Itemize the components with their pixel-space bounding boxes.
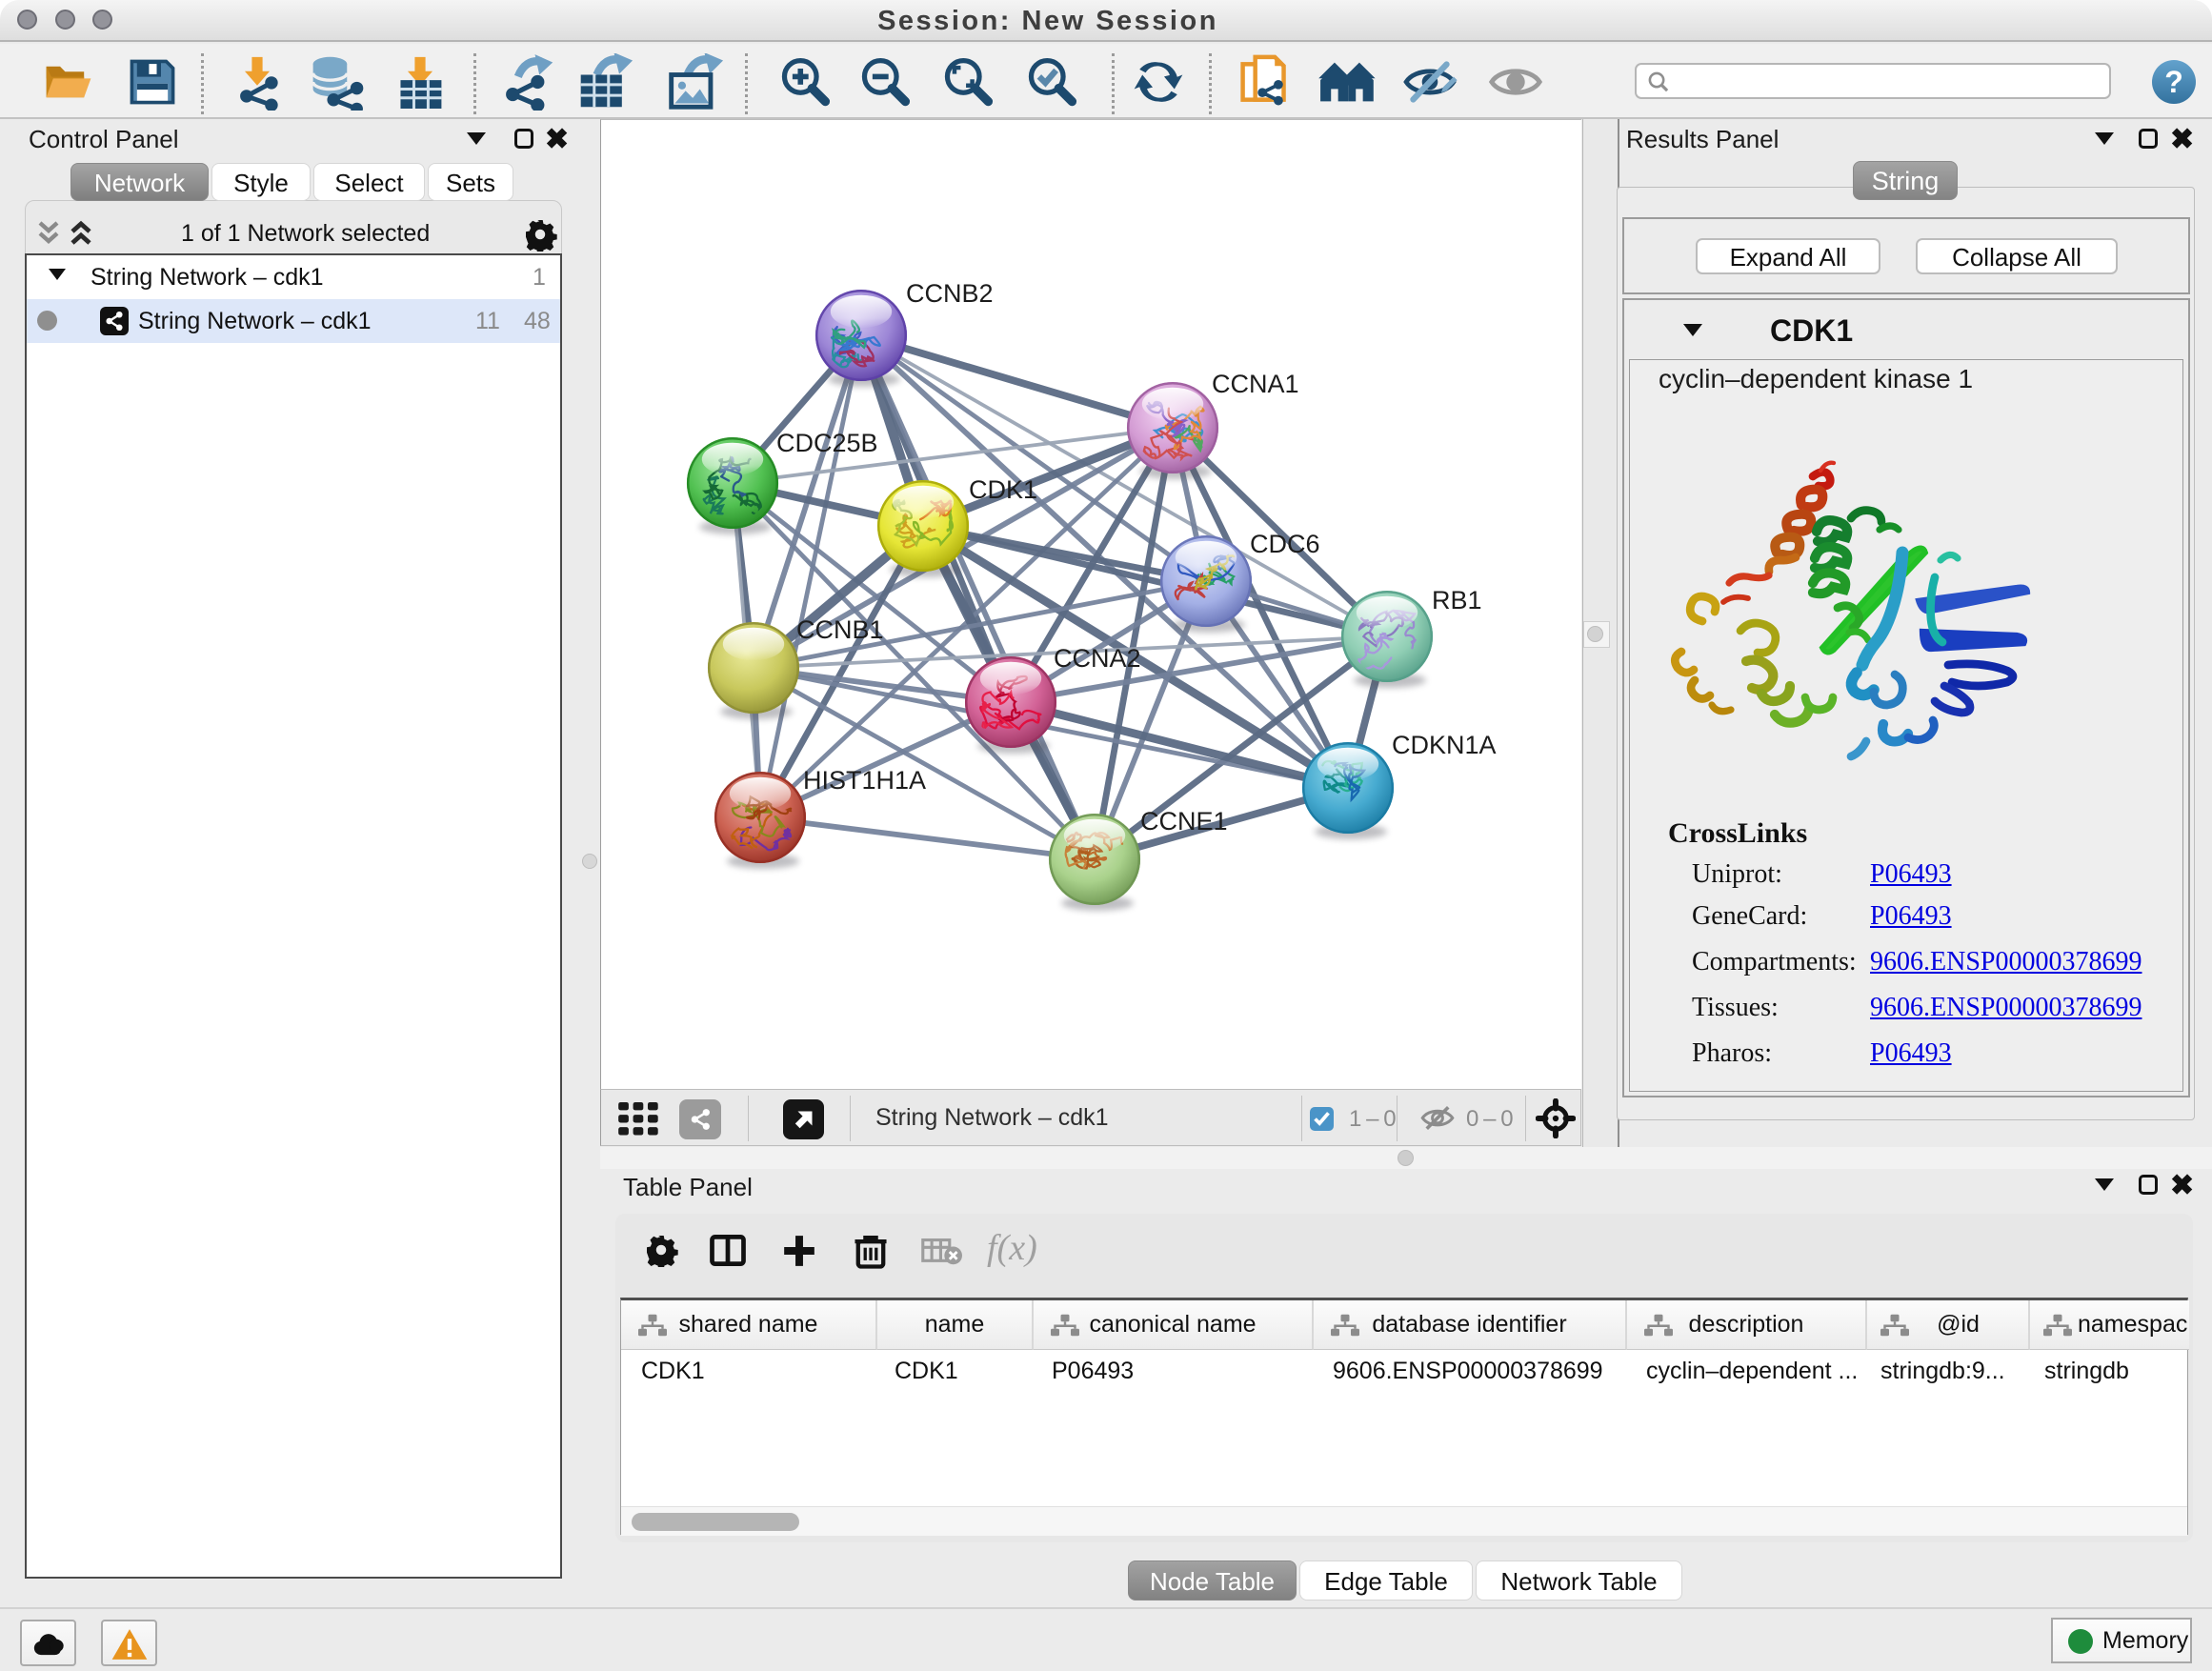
- svg-text:CCNB1: CCNB1: [796, 615, 884, 644]
- svg-text:CCNA2: CCNA2: [1054, 644, 1141, 673]
- svg-text:CDK1: CDK1: [969, 475, 1037, 504]
- svg-text:CCNE1: CCNE1: [1140, 807, 1228, 836]
- svg-text:HIST1H1A: HIST1H1A: [803, 766, 926, 795]
- svg-text:CDKN1A: CDKN1A: [1392, 731, 1497, 759]
- svg-text:CDC25B: CDC25B: [776, 429, 878, 457]
- svg-text:?: ?: [2164, 65, 2183, 99]
- svg-text:RB1: RB1: [1432, 586, 1482, 614]
- svg-text:CCNA1: CCNA1: [1212, 370, 1299, 398]
- svg-text:CDC6: CDC6: [1250, 530, 1320, 558]
- svg-text:CCNB2: CCNB2: [906, 279, 994, 308]
